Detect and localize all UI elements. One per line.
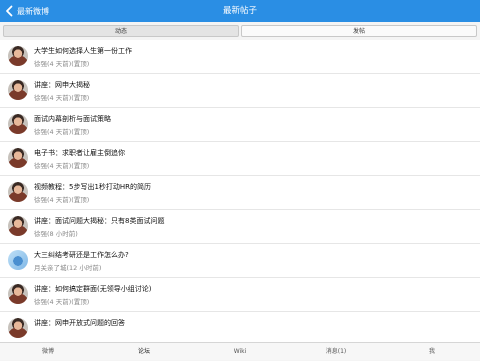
post-title: 讲座：面试问题大揭秘：只有8类面试问题 [34, 217, 165, 225]
post-title: 面试内幕剖析与面试策略 [34, 115, 111, 123]
post-row[interactable]: 讲座：如何搞定群面(无领导小组讨论) 徐强(4 天前)(置顶) [0, 278, 480, 312]
bird-avatar [8, 250, 28, 270]
page-title: 最新帖子 [222, 6, 257, 16]
post-title: 大学生如何选择人生第一份工作 [34, 47, 132, 55]
tab-wiki[interactable]: Wiki [192, 343, 288, 361]
tab-messages[interactable]: 消息(1) [288, 343, 384, 361]
post-list: 大学生如何选择人生第一份工作 徐强(4 天前)(置顶) 讲座：网申大揭秘 徐强(… [0, 40, 480, 342]
segment-feed[interactable]: 动态 [3, 25, 239, 37]
post-meta: 徐强(4 天前)(置顶) [34, 94, 90, 102]
post-row[interactable]: 大三纠结考研还是工作怎么办? 月关亲了城(12 小时前) [0, 244, 480, 278]
post-meta: 徐强(4 天前)(置顶) [34, 60, 90, 68]
person-avatar [8, 114, 28, 134]
post-meta: 徐强(4 天前)(置顶) [34, 162, 90, 170]
tab-forum[interactable]: 论坛 [96, 343, 192, 361]
post-row[interactable]: 电子书：求职者让雇主倒追你 徐强(4 天前)(置顶) [0, 142, 480, 176]
post-meta: 徐强(4 天前)(置顶) [34, 298, 90, 306]
person-avatar [8, 80, 28, 100]
person-avatar [8, 46, 28, 66]
post-row[interactable]: 讲座：面试问题大揭秘：只有8类面试问题 徐强(8 小时前) [0, 210, 480, 244]
segmented-control: 动态 发帖 [0, 22, 480, 40]
post-row[interactable]: 面试内幕剖析与面试策略 徐强(4 天前)(置顶) [0, 108, 480, 142]
post-title: 电子书：求职者让雇主倒追你 [34, 149, 125, 157]
post-meta: 徐强(8 小时前) [34, 230, 78, 238]
person-avatar [8, 318, 28, 338]
post-meta: 徐强(4 天前)(置顶) [34, 128, 90, 136]
post-title: 讲座：网申大揭秘 [34, 81, 90, 89]
post-row[interactable]: 讲座：网申大揭秘 徐强(4 天前)(置顶) [0, 74, 480, 108]
person-avatar [8, 284, 28, 304]
person-avatar [8, 216, 28, 236]
tab-bar: 微博 论坛 Wiki 消息(1) 我 [0, 342, 480, 360]
post-title: 讲座：网申开放式问题的回答 [34, 319, 125, 327]
post-row[interactable]: 大学生如何选择人生第一份工作 徐强(4 天前)(置顶) [0, 40, 480, 74]
person-avatar [8, 182, 28, 202]
post-meta: 月关亲了城(12 小时前) [34, 264, 102, 272]
post-title: 讲座：如何搞定群面(无领导小组讨论) [34, 285, 152, 293]
navigation-bar: 最新微博 最新帖子 [0, 0, 480, 22]
post-row[interactable]: 视频教程：5步写出1秒打动HR的简历 徐强(4 天前)(置顶) [0, 176, 480, 210]
post-row[interactable]: 讲座：网申开放式问题的回答 [0, 312, 480, 342]
person-avatar [8, 148, 28, 168]
segment-new-post[interactable]: 发帖 [241, 25, 477, 37]
post-title: 大三纠结考研还是工作怎么办? [34, 251, 129, 259]
tab-weibo[interactable]: 微博 [0, 343, 96, 361]
post-meta: 徐强(4 天前)(置顶) [34, 196, 90, 204]
tab-me[interactable]: 我 [384, 343, 480, 361]
post-title: 视频教程：5步写出1秒打动HR的简历 [34, 183, 152, 191]
